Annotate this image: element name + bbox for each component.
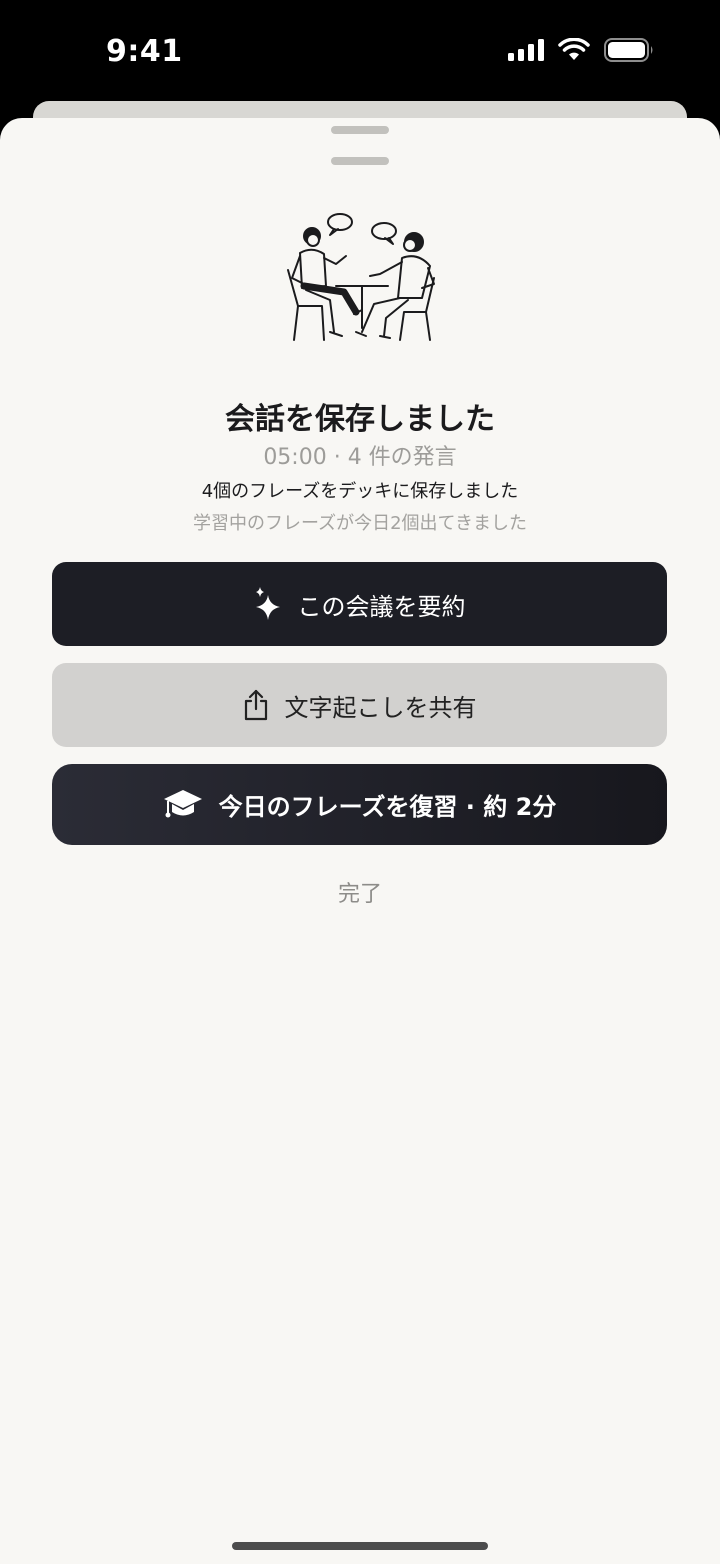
conversation-illustration bbox=[270, 208, 450, 348]
screen: 9:41 会話を保存しました 05:00 · 4 件の発言 4個のフレーズをデッ… bbox=[0, 0, 720, 1564]
learning-phrases-message: 学習中のフレーズが今日2個出てきました bbox=[192, 513, 527, 534]
share-transcript-label: 文字起こしを共有 bbox=[284, 693, 477, 722]
summarize-meeting-label: この会議を要約 bbox=[297, 592, 466, 621]
review-phrases-button[interactable]: 今日のフレーズを復習 · 約 2分 bbox=[52, 764, 667, 845]
sheet-title: 会話を保存しました bbox=[225, 402, 495, 437]
summarize-meeting-button[interactable]: この会議を要約 bbox=[52, 562, 667, 646]
save-summary-sheet: 会話を保存しました 05:00 · 4 件の発言 4個のフレーズをデッキに保存し… bbox=[0, 118, 720, 1564]
status-time: 9:41 bbox=[106, 34, 183, 69]
share-icon bbox=[243, 689, 269, 721]
status-bar: 9:41 bbox=[0, 0, 720, 104]
done-button[interactable]: 完了 bbox=[0, 876, 720, 908]
sparkles-icon bbox=[254, 587, 282, 621]
battery-icon bbox=[604, 38, 654, 62]
saved-phrases-message: 4個のフレーズをデッキに保存しました bbox=[201, 481, 519, 502]
review-phrases-label: 今日のフレーズを復習 · 約 2分 bbox=[218, 793, 557, 821]
wifi-icon bbox=[558, 38, 590, 62]
sheet-grabber[interactable] bbox=[331, 126, 389, 134]
sheet-grabber-secondary[interactable] bbox=[331, 157, 389, 165]
status-icons bbox=[508, 38, 654, 62]
share-transcript-button[interactable]: 文字起こしを共有 bbox=[52, 663, 667, 747]
home-indicator[interactable] bbox=[232, 1542, 488, 1550]
cellular-signal-icon bbox=[508, 39, 544, 61]
conversation-meta: 05:00 · 4 件の発言 bbox=[263, 445, 457, 470]
graduation-cap-icon bbox=[163, 788, 203, 822]
